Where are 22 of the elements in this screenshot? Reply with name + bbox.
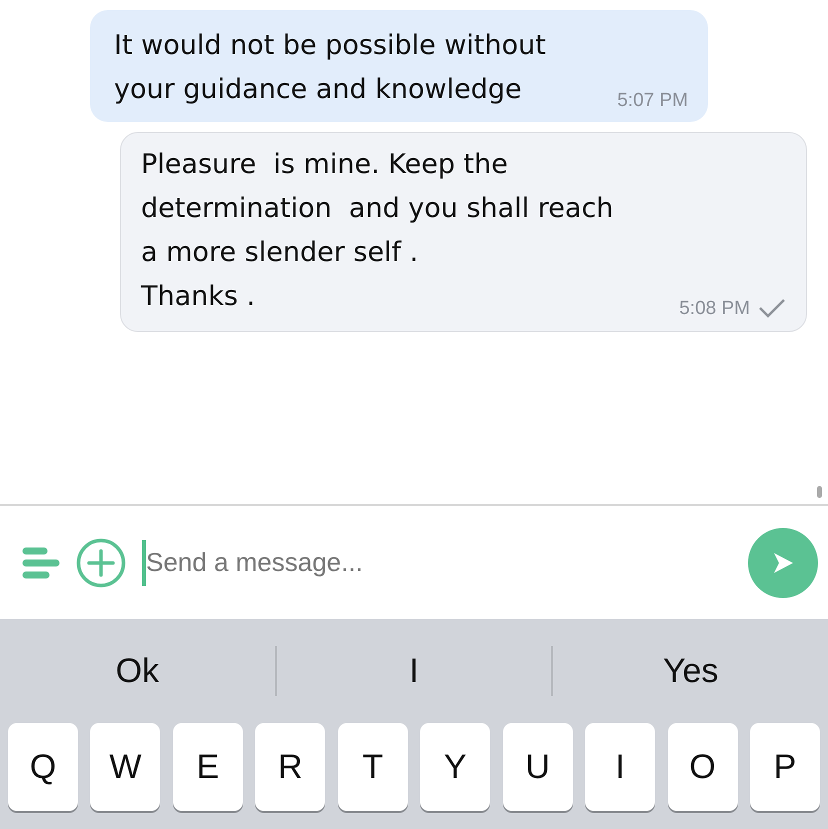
keyboard-key[interactable]: R: [255, 723, 326, 811]
suggestion[interactable]: Yes: [553, 644, 828, 698]
keyboard-key[interactable]: Q: [8, 723, 78, 811]
keyboard-key[interactable]: P: [750, 723, 820, 811]
suggestion[interactable]: Ok: [0, 644, 275, 698]
scrollbar: [817, 486, 822, 498]
message-text: Pleasure is mine. Keep the determination and you shall reach a more slender self . Thanks .: [141, 148, 614, 314]
add-icon[interactable]: [76, 538, 126, 588]
message-text: It would not be possible without your guidance and knowledge: [114, 29, 546, 107]
keyboard-key[interactable]: W: [90, 723, 160, 811]
message-input[interactable]: Send a message...: [142, 542, 702, 583]
keyboard-key[interactable]: U: [502, 723, 573, 811]
suggestion[interactable]: I: [276, 644, 552, 698]
message-time: 5:08 PM: [679, 298, 750, 318]
keyboard-key[interactable]: T: [338, 723, 408, 811]
menu-icon[interactable]: [22, 546, 60, 578]
text-cursor: [142, 540, 146, 586]
keyboard-key[interactable]: I: [585, 723, 656, 811]
keyboard-key[interactable]: O: [668, 723, 738, 811]
message-time: 5:07 PM: [617, 91, 688, 110]
keyboard-key[interactable]: E: [172, 723, 243, 811]
keyboard-key[interactable]: Y: [420, 723, 490, 811]
